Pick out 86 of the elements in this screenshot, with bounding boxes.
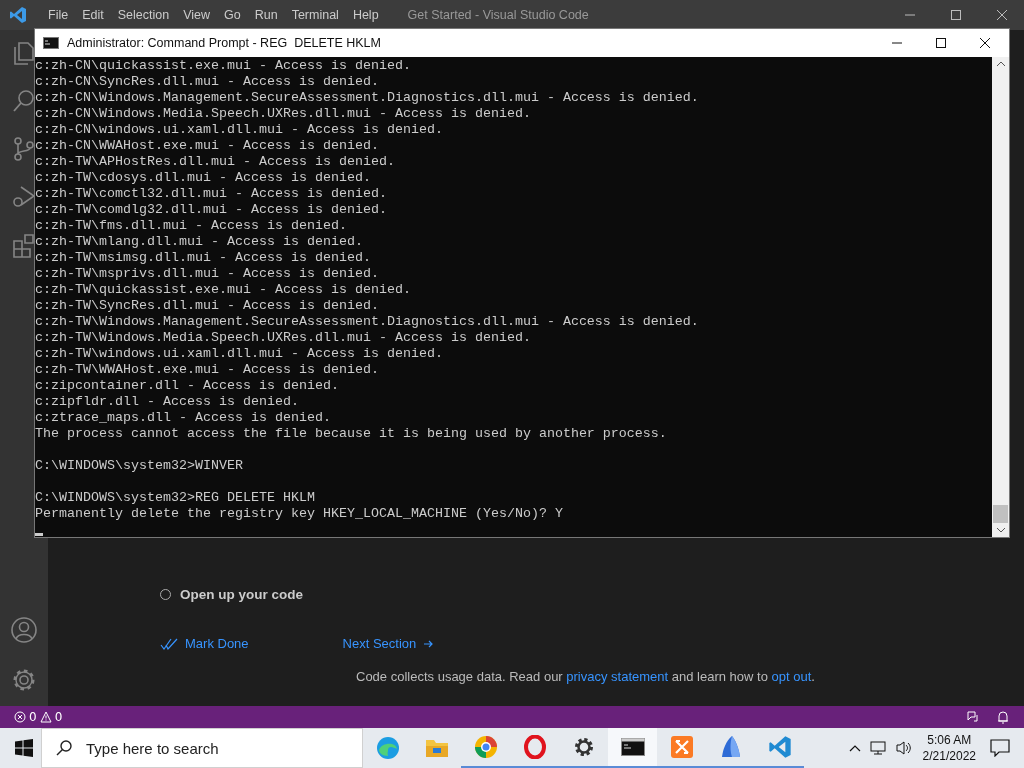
scroll-thumb[interactable] [993, 505, 1008, 523]
taskbar-app[interactable] [608, 728, 657, 768]
clock-time: 5:06 AM [927, 732, 972, 748]
notifications-icon[interactable] [990, 739, 1010, 757]
ring-icon [473, 735, 498, 759]
feedback-icon[interactable] [966, 710, 980, 724]
error-icon [14, 711, 26, 723]
knot-icon [669, 735, 694, 759]
console-line: c:zh-TW\WWAHost.exe.mui - Access is denied. [35, 362, 380, 378]
console-line: c:zh-CN\SyncRes.dll.mui - Access is denied. [35, 74, 380, 90]
search-icon[interactable] [11, 88, 37, 114]
oval-ring-icon [523, 735, 546, 759]
console-line: c:ztrace_maps.dll - Access is denied. [35, 410, 332, 426]
console-line: c:zipfldr.dll - Access is denied. [35, 394, 300, 410]
menu-item[interactable]: View [176, 8, 217, 22]
menu-item[interactable]: Go [217, 8, 248, 22]
extensions-icon[interactable] [11, 232, 37, 258]
warning-count: 0 [54, 710, 63, 724]
console-line: c:zh-TW\windows.ui.xaml.dll.mui - Access is denied. [35, 346, 444, 362]
branch-icon[interactable] [11, 136, 37, 162]
menu-item[interactable]: Run [247, 8, 285, 22]
console-line: c:zh-TW\Windows.Media.Speech.UXRes.dll.mui - Access is denied. [35, 330, 532, 346]
search-field[interactable]: Type here to search [84, 738, 328, 758]
console-icon [43, 37, 59, 49]
network-icon[interactable] [868, 740, 887, 756]
console-line: c:zh-TW\comctl32.dll.mui - Access is denied. [35, 186, 388, 202]
console-line: C:\WINDOWS\system32>REG DELETE HKLM [35, 490, 316, 506]
console-line: c:zh-CN\WWAHost.exe.mui - Access is denied. [35, 138, 380, 154]
console-line: c:zh-TW\mlang.dll.mui - Access is denied. [35, 234, 364, 250]
warning-icon [39, 711, 52, 723]
problems-indicator[interactable]: 0 0 [14, 710, 63, 724]
sail-icon [719, 735, 742, 759]
code-editor-icon [767, 735, 792, 759]
bell-icon[interactable] [996, 710, 1010, 724]
menu-item[interactable]: File [41, 8, 76, 22]
menu-item[interactable]: Selection [110, 8, 177, 22]
scrollbar[interactable] [992, 57, 1009, 537]
console-line: c:zh-CN\quickassist.exe.mui - Access is denied. [35, 58, 412, 74]
app-logo-icon [9, 6, 27, 24]
privacy-link[interactable]: privacy statement [566, 669, 669, 684]
step-label[interactable]: Open up your code [180, 586, 303, 602]
menu-item[interactable]: Terminal [284, 8, 346, 22]
wave-circle-icon [375, 736, 400, 760]
close-icon[interactable] [979, 37, 991, 49]
console-line: c:zh-TW\quickassist.exe.mui - Access is denied. [35, 282, 412, 298]
console-line: c:zipcontainer.dll - Access is denied. [35, 378, 340, 394]
console-line: c:zh-CN\Windows.Management.SecureAssessment.Diagnostics.dll.mui - Access is denied. [35, 90, 700, 106]
account-icon[interactable] [10, 616, 38, 644]
error-count: 0 [29, 710, 37, 724]
console-line: C:\WINDOWS\system32>WINVER [35, 458, 244, 474]
console-line: c:zh-TW\APHostRes.dll.mui - Access is denied. [35, 154, 396, 170]
mark-done-link[interactable]: Mark Done [160, 636, 249, 651]
usage-notice: Code collects usage data. Read our privacy statement and learn how to opt out. [356, 669, 816, 684]
console-line: Permanently delete the registry key HKEY_LOCAL_MACHINE (Yes/No)? Y [35, 506, 564, 522]
console-line: c:zh-TW\Windows.Management.SecureAssessment.Diagnostics.dll.mui - Access is denied. [35, 314, 700, 330]
console-title: Administrator: Command Prompt - REG DELETE HKLM [67, 36, 381, 50]
maximize-icon[interactable] [950, 9, 962, 21]
text-cursor [35, 533, 43, 536]
clock-date: 2/21/2022 [922, 748, 976, 764]
console-line: c:zh-TW\msimsg.dll.mui - Access is denied. [35, 250, 372, 266]
terminal-icon [620, 738, 645, 756]
search-box[interactable]: Type here to search [41, 728, 363, 768]
console-line: c:zh-TW\SyncRes.dll.mui - Access is denied. [35, 298, 380, 314]
start-icon[interactable] [15, 739, 33, 757]
gear-icon [572, 736, 595, 758]
search-icon [56, 740, 72, 756]
maximize-icon[interactable] [935, 37, 947, 49]
console-line: c:zh-TW\fms.dll.mui - Access is denied. [35, 218, 348, 234]
double-check-icon [160, 637, 178, 650]
menu-item[interactable]: Edit [75, 8, 111, 22]
arrow-right-icon [423, 639, 434, 648]
next-section-link[interactable]: Next Section [342, 636, 434, 651]
console-line: The process cannot access the file because it is being used by another process. [35, 426, 668, 442]
window-title: Get Started - Visual Studio Code [407, 8, 589, 22]
menu-item[interactable]: Help [345, 8, 386, 22]
console-line: c:zh-TW\comdlg32.dll.mui - Access is denied. [35, 202, 388, 218]
console-line: c:zh-CN\Windows.Media.Speech.UXRes.dll.mui - Access is denied. [35, 106, 532, 122]
files-icon[interactable] [11, 40, 37, 66]
console-line: c:zh-TW\msprivs.dll.mui - Access is denied. [35, 266, 380, 282]
chevron-up-icon[interactable] [848, 744, 861, 752]
console-line: c:zh-CN\windows.ui.xaml.dll.mui - Access is denied. [35, 122, 444, 138]
clock[interactable]: 5:06 AM 2/21/2022 [922, 732, 976, 764]
close-icon[interactable] [996, 9, 1008, 21]
volume-icon[interactable] [894, 740, 913, 756]
folder-icon [424, 737, 449, 759]
console-line: c:zh-TW\cdosys.dll.mui - Access is denied. [35, 170, 372, 186]
